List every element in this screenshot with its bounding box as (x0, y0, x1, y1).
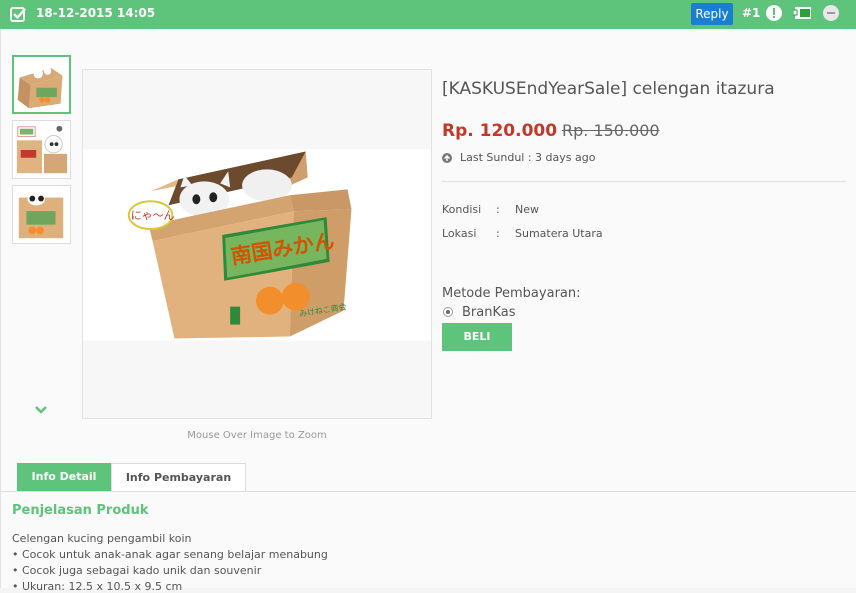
thumbnail-3[interactable] (12, 185, 71, 244)
description-line: Celengan kucing pengambil koin (12, 532, 192, 545)
original-price: Rp. 150.000 (562, 121, 660, 140)
thumbnail-3-image (18, 193, 64, 239)
last-sundul: Last Sundul : 3 days ago (460, 151, 596, 164)
thumbnail-2[interactable] (12, 120, 71, 179)
product-panel: 南国みかん みけねこ商会 にゃ〜ん Mouse Over Image to Zo… (0, 29, 856, 593)
warning-icon[interactable] (766, 5, 782, 21)
product-image[interactable]: 南国みかん みけねこ商会 にゃ〜ん (82, 69, 432, 419)
description-title: Penjelasan Produk (12, 503, 149, 518)
more-icon[interactable] (823, 5, 839, 21)
brankas-radio[interactable] (443, 307, 453, 317)
spec-colon: : (496, 203, 500, 216)
post-header: 18-12-2015 14:05 Reply #1 (0, 0, 856, 29)
spec-label-kondisi: Kondisi (442, 203, 482, 216)
speech-bubble-text: にゃ〜ん (131, 209, 175, 222)
spec-value-kondisi: New (515, 203, 539, 216)
payment-option-label[interactable]: BranKas (462, 305, 516, 320)
product-price: Rp. 120.000 (442, 121, 558, 141)
thumbnail-1[interactable] (12, 55, 71, 114)
thumbnail-2-image (16, 125, 68, 174)
divider (442, 181, 846, 182)
spec-label-lokasi: Lokasi (442, 227, 477, 240)
reply-button[interactable]: Reply (691, 3, 733, 25)
cat-bank-illustration: 南国みかん みけねこ商会 にゃ〜ん (83, 70, 431, 418)
tab-info-pembayaran[interactable]: Info Pembayaran (111, 463, 246, 491)
chevron-down-icon[interactable] (34, 405, 48, 415)
post-number[interactable]: #1 (742, 6, 760, 20)
tab-info-detail[interactable]: Info Detail (17, 463, 111, 491)
thumbnail-1-image (17, 67, 63, 109)
description-line: • Cocok juga sebagai kado unik dan souve… (12, 564, 262, 577)
description-line: • Ukuran: 12.5 x 10.5 x 9.5 cm (12, 580, 183, 593)
product-title: [KASKUSEndYearSale] celengan itazura (442, 79, 775, 99)
payment-method-title: Metode Pembayaran: (442, 286, 581, 301)
spec-value-lokasi: Sumatera Utara (515, 227, 603, 240)
spec-colon: : (496, 227, 500, 240)
zoom-hint: Mouse Over Image to Zoom (187, 430, 327, 441)
sale-icon[interactable] (793, 4, 813, 22)
check-icon[interactable] (10, 6, 27, 23)
arrow-up-circle-icon (442, 153, 452, 163)
post-timestamp: 18-12-2015 14:05 (36, 6, 156, 20)
buy-button[interactable]: BELI (442, 323, 512, 351)
description-line: • Cocok untuk anak-anak agar senang bela… (12, 548, 328, 561)
